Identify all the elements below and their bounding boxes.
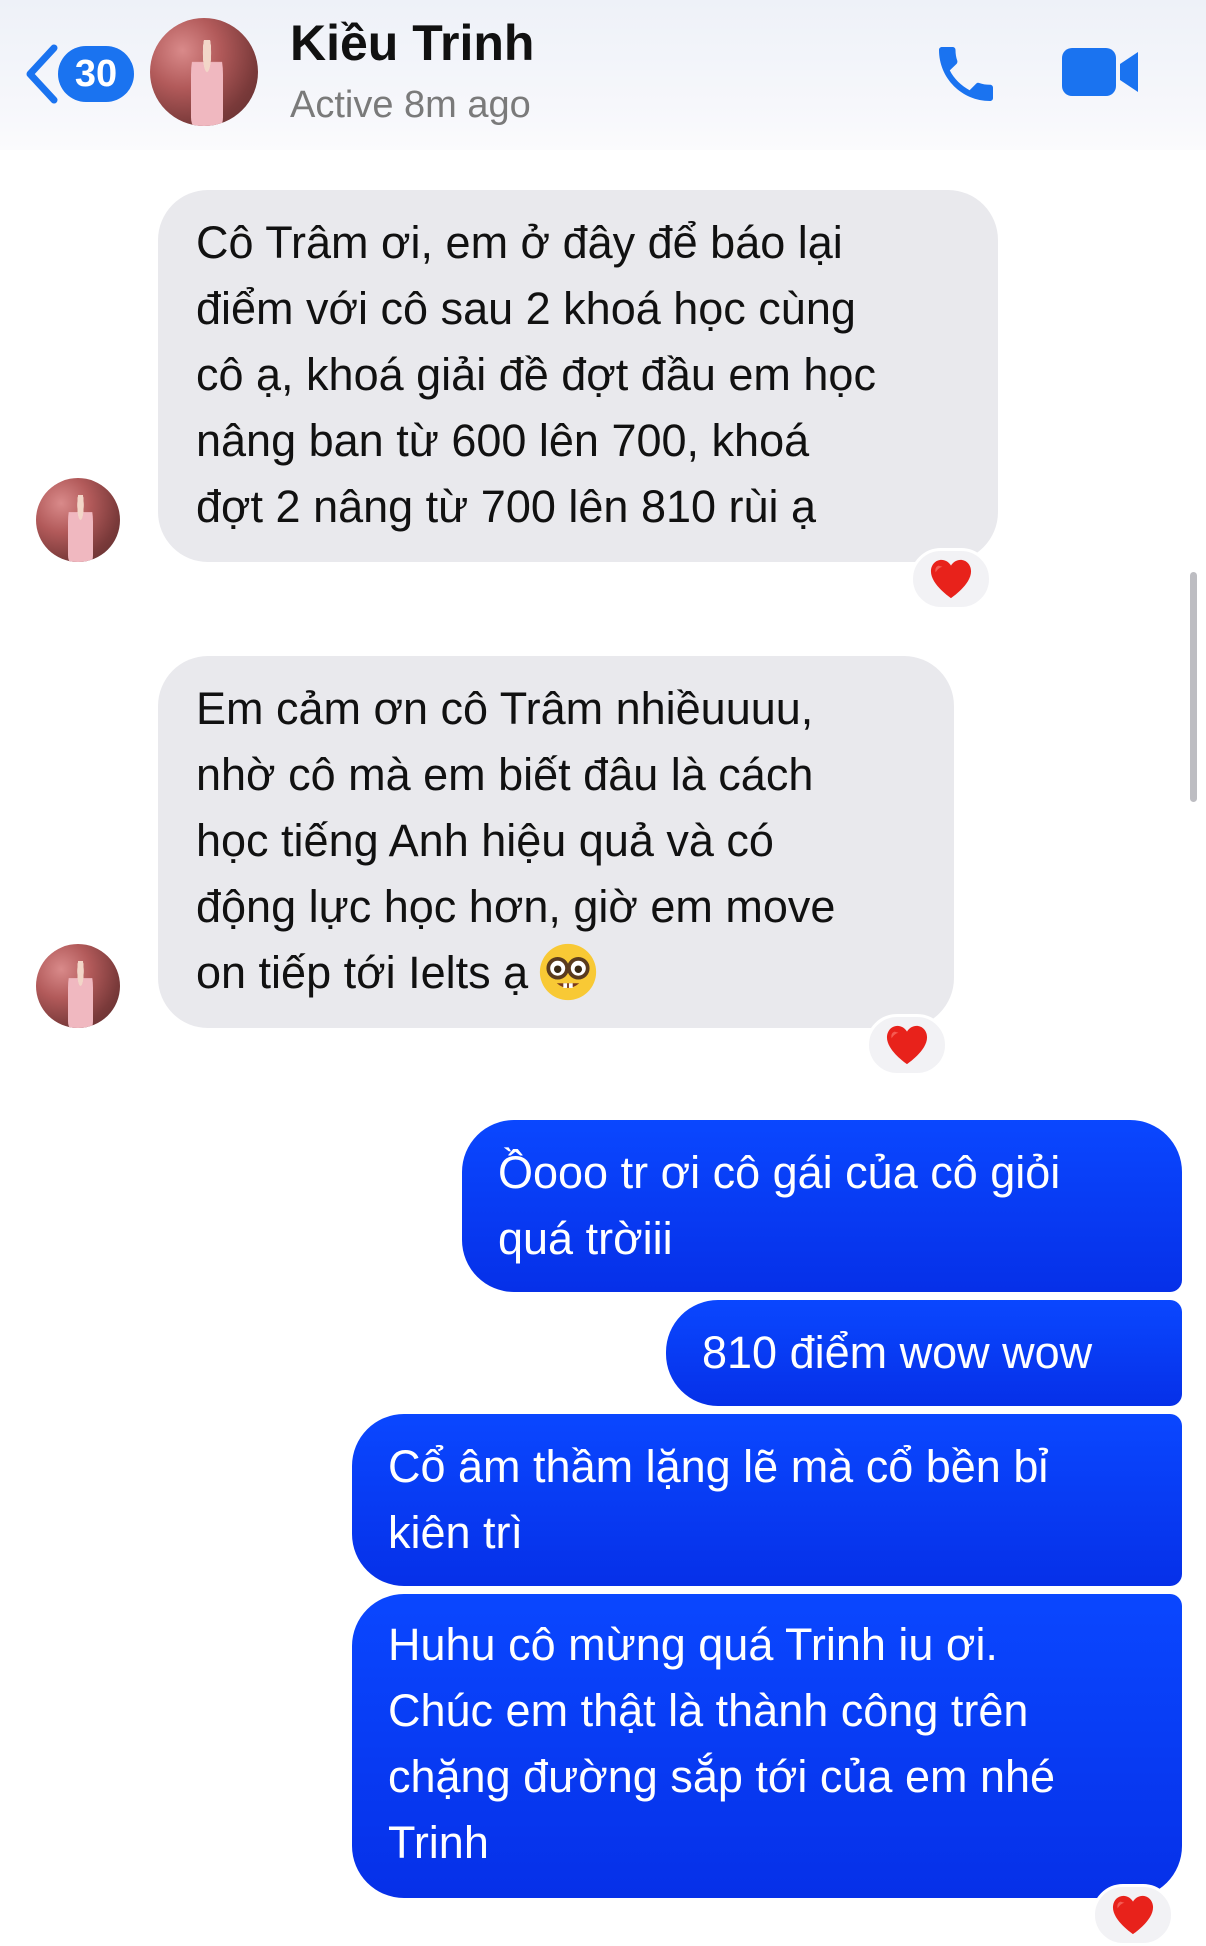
- message-text-line: Chúc em thật là thành công trên: [388, 1685, 1029, 1736]
- message-bubble-outgoing[interactable]: Cổ âm thầm lặng lẽ mà cổ bền bỉ kiên trì: [352, 1414, 1182, 1586]
- message-text-line: quá trờiii: [498, 1213, 673, 1264]
- video-camera-icon: [1062, 48, 1138, 96]
- message-bubble-outgoing[interactable]: Ồooo tr ơi cô gái của cô giỏi quá trờiii: [462, 1120, 1182, 1292]
- message-text-line: on tiếp tới Ielts ạ: [196, 940, 918, 1006]
- message-text-line: động lực học hơn, giờ em move: [196, 881, 836, 932]
- chat-header: 30 Kiều Trinh Active 8m ago: [0, 0, 1206, 150]
- message-text-line: chặng đường sắp tới của em nhé: [388, 1751, 1056, 1802]
- heart-reaction[interactable]: [866, 1014, 948, 1076]
- sender-avatar[interactable]: [36, 944, 120, 1028]
- heart-reaction[interactable]: [1092, 1884, 1174, 1946]
- message-text-line: kiên trì: [388, 1507, 524, 1558]
- message-text-line: cô ạ, khoá giải đề đợt đầu em học: [196, 349, 876, 400]
- heart-reaction[interactable]: [910, 548, 992, 610]
- contact-avatar[interactable]: [150, 18, 258, 126]
- video-call-button[interactable]: [1060, 44, 1140, 105]
- scrollbar[interactable]: [1190, 572, 1197, 802]
- contact-name[interactable]: Kiều Trinh: [290, 14, 534, 72]
- phone-icon: [939, 47, 993, 101]
- message-text-line: đợt 2 nâng từ 700 lên 810 rùi ạ: [196, 481, 817, 532]
- message-text-fragment: on tiếp tới Ielts ạ: [196, 947, 529, 998]
- message-text-line: học tiếng Anh hiệu quả và có: [196, 815, 774, 866]
- heart-icon: [1112, 1895, 1154, 1935]
- message-text-line: nhờ cô mà em biết đâu là cách: [196, 749, 814, 800]
- message-text-line: Cổ âm thầm lặng lẽ mà cổ bền bỉ: [388, 1441, 1049, 1492]
- message-text-line: Huhu cô mừng quá Trinh iu ơi.: [388, 1619, 998, 1670]
- back-button[interactable]: [22, 42, 62, 106]
- unread-count-badge[interactable]: 30: [58, 46, 134, 102]
- message-text-line: Em cảm ơn cô Trâm nhiềuuuu,: [196, 683, 814, 734]
- message-text-line: 810 điểm wow wow: [702, 1327, 1093, 1378]
- nerd-face-emoji-icon: [540, 943, 597, 1001]
- message-text-line: Ồooo tr ơi cô gái của cô giỏi: [498, 1147, 1061, 1198]
- sender-avatar[interactable]: [36, 478, 120, 562]
- message-text-line: Trinh: [388, 1817, 489, 1868]
- message-text-line: điểm với cô sau 2 khoá học cùng: [196, 283, 856, 334]
- message-bubble-outgoing[interactable]: Huhu cô mừng quá Trinh iu ơi. Chúc em th…: [352, 1594, 1182, 1898]
- message-bubble-incoming[interactable]: Em cảm ơn cô Trâm nhiềuuuu, nhờ cô mà em…: [158, 656, 954, 1028]
- voice-call-button[interactable]: [930, 38, 1002, 115]
- heart-icon: [886, 1025, 928, 1065]
- active-status: Active 8m ago: [290, 84, 531, 126]
- message-text-line: Cô Trâm ơi, em ở đây để báo lại: [196, 217, 843, 268]
- message-bubble-incoming[interactable]: Cô Trâm ơi, em ở đây để báo lại điểm với…: [158, 190, 998, 562]
- message-text-line: nâng ban từ 600 lên 700, khoá: [196, 415, 810, 466]
- heart-icon: [930, 559, 972, 599]
- chevron-left-icon: [26, 44, 58, 104]
- message-bubble-outgoing[interactable]: 810 điểm wow wow: [666, 1300, 1182, 1406]
